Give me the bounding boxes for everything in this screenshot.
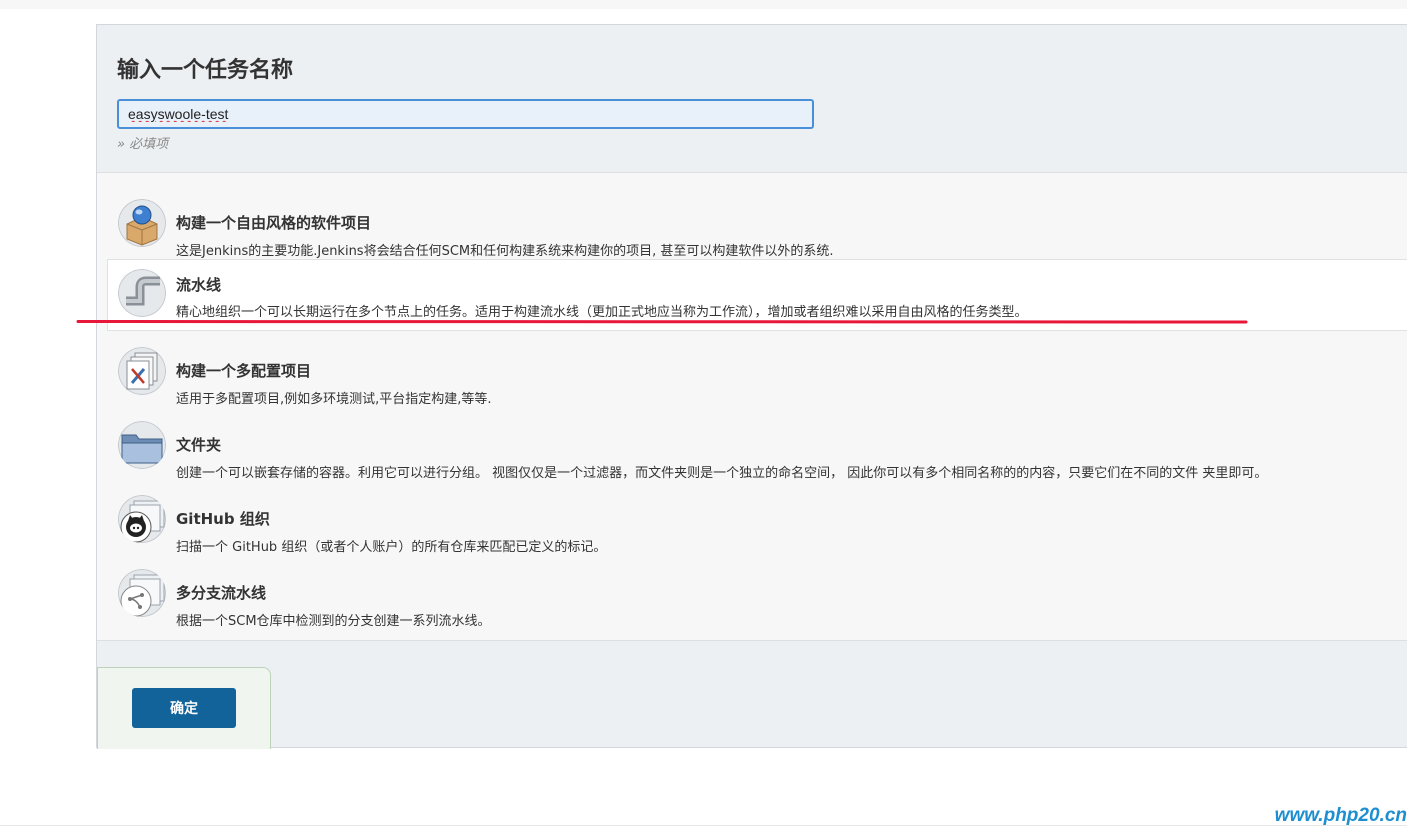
ok-button[interactable]: 确定: [132, 688, 236, 728]
job-type-multi-config[interactable]: 构建一个多配置项目 适用于多配置项目,例如多环境测试,平台指定构建,等等.: [97, 333, 1407, 407]
branch-icon: [118, 569, 166, 617]
job-type-desc: 精心地组织一个可以长期运行在多个节点上的任务。适用于构建流水线（更加正式地应当称…: [176, 305, 1028, 320]
page-title: 输入一个任务名称: [117, 58, 294, 83]
job-type-label: 文件夹: [176, 436, 222, 454]
bottom-divider: [0, 825, 1407, 826]
job-type-github-org[interactable]: GitHub 组织 扫描一个 GitHub 组织（或者个人账户）的所有仓库来匹配…: [97, 481, 1407, 555]
job-type-desc: 根据一个SCM仓库中检测到的分支创建一系列流水线。: [176, 614, 491, 629]
job-type-desc: 这是Jenkins的主要功能.Jenkins将会结合任何SCM和任何构建系统来构…: [176, 244, 834, 259]
job-type-label: 流水线: [176, 276, 222, 294]
folder-icon: [118, 421, 166, 469]
job-type-desc: 扫描一个 GitHub 组织（或者个人账户）的所有仓库来匹配已定义的标记。: [176, 540, 607, 555]
pipeline-icon: [118, 269, 166, 317]
job-type-label: 多分支流水线: [176, 584, 267, 602]
watermark: www.php20.cn: [1274, 805, 1407, 826]
job-type-label: GitHub 组织: [176, 510, 270, 528]
annotation-underline: [76, 320, 1248, 324]
item-name-input[interactable]: [117, 99, 814, 129]
multi-config-icon: [118, 347, 166, 395]
job-type-label: 构建一个多配置项目: [176, 362, 312, 380]
job-type-freestyle[interactable]: 构建一个自由风格的软件项目 这是Jenkins的主要功能.Jenkins将会结合…: [97, 185, 1407, 259]
required-note: » 必填项: [117, 137, 169, 152]
job-type-label: 构建一个自由风格的软件项目: [176, 214, 372, 232]
freestyle-project-icon: [118, 199, 166, 247]
job-type-desc: 适用于多配置项目,例如多环境测试,平台指定构建,等等.: [176, 392, 492, 407]
github-icon: [118, 495, 166, 543]
top-strip: [0, 0, 1407, 9]
job-type-folder[interactable]: 文件夹 创建一个可以嵌套存储的容器。利用它可以进行分组。 视图仅仅是一个过滤器，…: [97, 407, 1407, 481]
job-type-desc: 创建一个可以嵌套存储的容器。利用它可以进行分组。 视图仅仅是一个过滤器，而文件夹…: [176, 466, 1268, 481]
job-type-multibranch[interactable]: 多分支流水线 根据一个SCM仓库中检测到的分支创建一系列流水线。: [97, 555, 1407, 629]
